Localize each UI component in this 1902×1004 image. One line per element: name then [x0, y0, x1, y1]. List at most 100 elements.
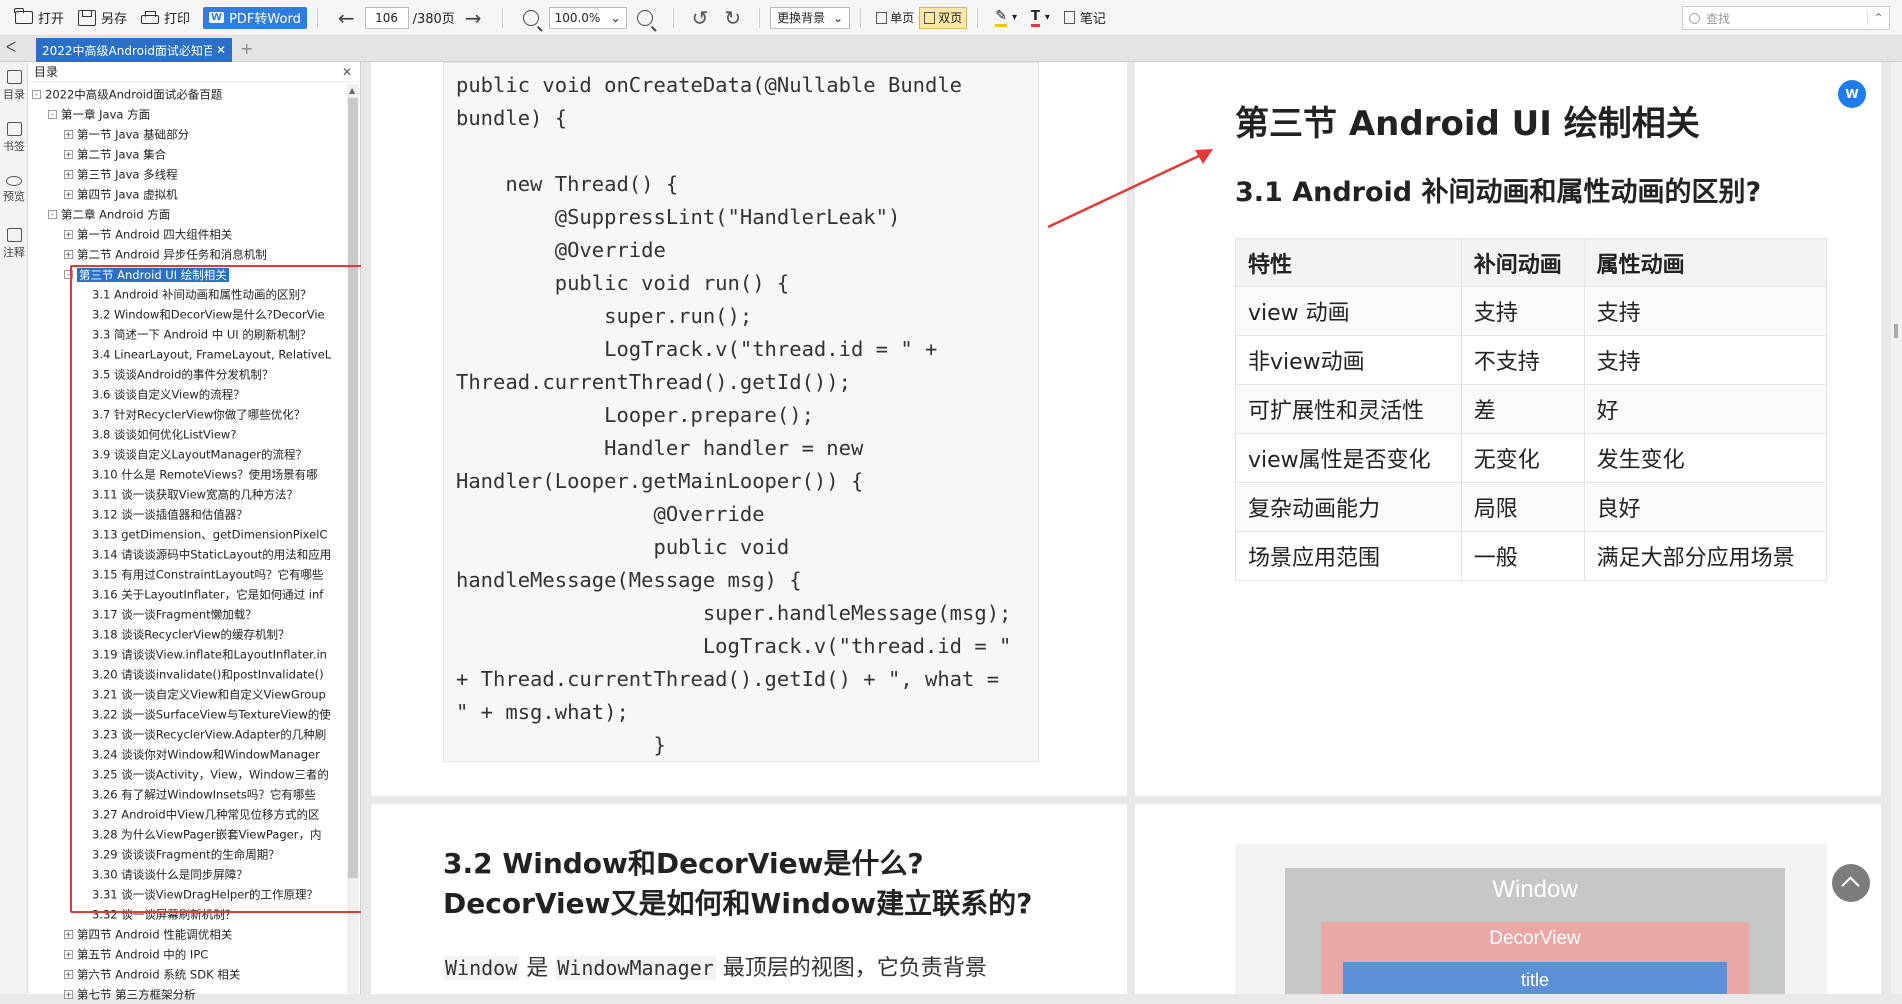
outline-item[interactable]: + 第六节 Android 系统 SDK 相关	[28, 964, 348, 984]
collapse-node-icon[interactable]: -	[48, 210, 57, 219]
rail-outline-button[interactable]: 目录	[0, 70, 28, 102]
scroll-up-icon[interactable]: ▲	[349, 86, 355, 95]
expand-node-icon[interactable]: +	[64, 130, 73, 139]
text-color-button[interactable]: T ▾	[1024, 5, 1057, 31]
outline-item[interactable]: + 第四节 Java 虚拟机	[28, 184, 348, 204]
page-number-input[interactable]: 106	[364, 6, 409, 29]
prev-page-icon[interactable]: ←	[328, 6, 365, 30]
rail-preview-button[interactable]: 预览	[0, 176, 28, 204]
expand-node-icon[interactable]: +	[64, 250, 73, 259]
outline-subitem[interactable]: 3.22 谈一谈SurfaceView与TextureView的使	[28, 704, 348, 724]
print-button[interactable]: 打印	[134, 5, 197, 31]
new-tab-icon[interactable]: +	[240, 39, 253, 58]
expand-node-icon[interactable]: +	[64, 970, 73, 979]
expand-node-icon[interactable]: +	[64, 150, 73, 159]
outline-subitem[interactable]: 3.4 LinearLayout, FrameLayout, RelativeL	[28, 344, 348, 364]
outline-subitem[interactable]: 3.17 谈一谈Fragment懒加载？	[28, 604, 348, 624]
highlighter-button[interactable]: ✎ ▾	[988, 5, 1024, 31]
save-as-button[interactable]: 另存	[71, 5, 134, 31]
outline-subitem[interactable]: 3.18 谈谈RecyclerView的缓存机制？	[28, 624, 348, 644]
outline-item[interactable]: - 第三节 Android UI 绘制相关	[28, 264, 348, 284]
outline-subitem[interactable]: 3.32 谈一谈屏幕刷新机制？	[28, 904, 348, 924]
outline-subitem[interactable]: 3.9 谈谈自定义LayoutManager的流程？	[28, 444, 348, 464]
outline-subitem[interactable]: 3.5 谈谈Android的事件分发机制？	[28, 364, 348, 384]
outline-scrollbar[interactable]: ▲	[347, 84, 359, 994]
pdf-to-word-button[interactable]: W PDF转Word	[203, 6, 307, 29]
document-scrollbar[interactable]	[1891, 62, 1902, 994]
outline-item-label: 3.19 请谈谈View.inflate和LayoutInflater.in	[92, 647, 327, 662]
outline-subitem[interactable]: 3.2 Window和DecorView是什么?DecorVie	[28, 304, 348, 324]
outline-subitem[interactable]: 3.1 Android 补间动画和属性动画的区别？	[28, 284, 348, 304]
document-scroll-thumb[interactable]	[1894, 324, 1898, 338]
outline-subitem[interactable]: 3.31 谈一谈ViewDragHelper的工作原理？	[28, 884, 348, 904]
outline-subitem[interactable]: 3.26 有了解过WindowInsets吗？它有哪些	[28, 784, 348, 804]
outline-subitem[interactable]: 3.12 谈一谈插值器和估值器？	[28, 504, 348, 524]
close-panel-icon[interactable]: ✕	[342, 65, 352, 79]
outline-item[interactable]: + 第一节 Android 四大组件相关	[28, 224, 348, 244]
expand-node-icon[interactable]: +	[64, 230, 73, 239]
outline-item[interactable]: + 第二节 Android 异步任务和消息机制	[28, 244, 348, 264]
diagram-title-label: title	[1520, 970, 1549, 990]
outline-subitem[interactable]: 3.15 有用过ConstraintLayout吗？它有哪些	[28, 564, 348, 584]
outline-scroll-thumb[interactable]	[348, 98, 358, 878]
search-prev-icon[interactable]: ⌃	[1867, 11, 1889, 25]
outline-item[interactable]: - 第二章 Android 方面	[28, 204, 348, 224]
next-page-icon[interactable]: →	[455, 6, 492, 30]
rail-bookmark-button[interactable]: 书签	[0, 122, 28, 154]
collapse-node-icon[interactable]: -	[48, 110, 57, 119]
rotate-right-icon[interactable]: ↻	[716, 6, 749, 30]
zoom-in-icon[interactable]	[636, 9, 653, 26]
word-badge-icon[interactable]: W	[1838, 80, 1866, 108]
outline-item[interactable]: + 第一节 Java 基础部分	[28, 124, 348, 144]
outline-subitem[interactable]: 3.10 什么是 RemoteViews？使用场景有哪	[28, 464, 348, 484]
outline-item-label: 3.4 LinearLayout, FrameLayout, RelativeL	[92, 347, 332, 362]
outline-subitem[interactable]: 3.29 谈谈谈Fragment的生命周期？	[28, 844, 348, 864]
outline-subitem[interactable]: 3.28 为什么ViewPager嵌套ViewPager，内	[28, 824, 348, 844]
outline-item[interactable]: + 第七节 第三方框架分析	[28, 984, 348, 1004]
outline-subitem[interactable]: 3.13 getDimension、getDimensionPixelC	[28, 524, 348, 544]
outline-item[interactable]: + 第四节 Android 性能调优相关	[28, 924, 348, 944]
close-tab-icon[interactable]: ✕	[216, 43, 226, 57]
outline-subitem[interactable]: 3.8 谈谈如何优化ListView?	[28, 424, 348, 444]
outline-item[interactable]: - 第一章 Java 方面	[28, 104, 348, 124]
collapse-node-icon[interactable]: -	[32, 90, 41, 99]
expand-node-icon[interactable]: +	[64, 930, 73, 939]
outline-subitem[interactable]: 3.7 针对RecyclerView你做了哪些优化？	[28, 404, 348, 424]
single-page-button[interactable]: 单页	[871, 7, 919, 29]
outline-subitem[interactable]: 3.20 请谈谈invalidate()和postInvalidate()	[28, 664, 348, 684]
outline-item[interactable]: + 第二节 Java 集合	[28, 144, 348, 164]
collapse-sidebar-icon[interactable]: ᐸ	[6, 40, 16, 56]
expand-node-icon[interactable]: +	[64, 190, 73, 199]
background-dropdown[interactable]: 更换背景 ⌄	[770, 6, 851, 29]
outline-subitem[interactable]: 3.23 谈一谈RecyclerView.Adapter的几种刷	[28, 724, 348, 744]
outline-subitem[interactable]: 3.24 谈谈你对Window和WindowManager	[28, 744, 348, 764]
zoom-select[interactable]: 100.0% ⌄	[548, 6, 627, 29]
outline-item[interactable]: + 第三节 Java 多线程	[28, 164, 348, 184]
outline-subitem[interactable]: 3.19 请谈谈View.inflate和LayoutInflater.in	[28, 644, 348, 664]
outline-item[interactable]: -2022中高级Android面试必备百题	[28, 84, 348, 104]
outline-subitem[interactable]: 3.30 请谈谈什么是同步屏障？	[28, 864, 348, 884]
outline-subitem[interactable]: 3.27 Android中View几种常见位移方式的区	[28, 804, 348, 824]
expand-node-icon[interactable]: +	[64, 950, 73, 959]
notes-button[interactable]: 笔记	[1057, 5, 1113, 31]
outline-item[interactable]: + 第五节 Android 中的 IPC	[28, 944, 348, 964]
expand-node-icon[interactable]: +	[64, 990, 73, 999]
expand-node-icon[interactable]: +	[64, 170, 73, 179]
rail-annotation-button[interactable]: 注释	[0, 228, 28, 260]
outline-subitem[interactable]: 3.3 简述一下 Android 中 UI 的刷新机制？	[28, 324, 348, 344]
zoom-out-icon[interactable]	[522, 9, 539, 26]
double-page-button[interactable]: 双页	[919, 6, 968, 29]
outline-subitem[interactable]: 3.25 谈一谈Activity，View，Window三者的	[28, 764, 348, 784]
search-input[interactable]: 查找 ⌃	[1682, 6, 1890, 30]
outline-subitem[interactable]: 3.21 谈一谈自定义View和自定义ViewGroup	[28, 684, 348, 704]
collapse-node-icon[interactable]: -	[64, 270, 73, 279]
document-tab[interactable]: 2022中高级Android面试必知百题 ✕	[36, 38, 232, 62]
document-viewer[interactable]: public void onCreateData(@Nullable Bundl…	[361, 62, 1902, 994]
scroll-to-top-button[interactable]	[1832, 864, 1870, 902]
outline-subitem[interactable]: 3.11 谈一谈获取View宽高的几种方法？	[28, 484, 348, 504]
outline-subitem[interactable]: 3.14 请谈谈源码中StaticLayout的用法和应用	[28, 544, 348, 564]
rotate-left-icon[interactable]: ↺	[684, 6, 717, 30]
open-button[interactable]: 打开	[8, 5, 71, 31]
outline-subitem[interactable]: 3.16 关于LayoutInflater，它是如何通过 inf	[28, 584, 348, 604]
outline-subitem[interactable]: 3.6 谈谈自定义View的流程？	[28, 384, 348, 404]
